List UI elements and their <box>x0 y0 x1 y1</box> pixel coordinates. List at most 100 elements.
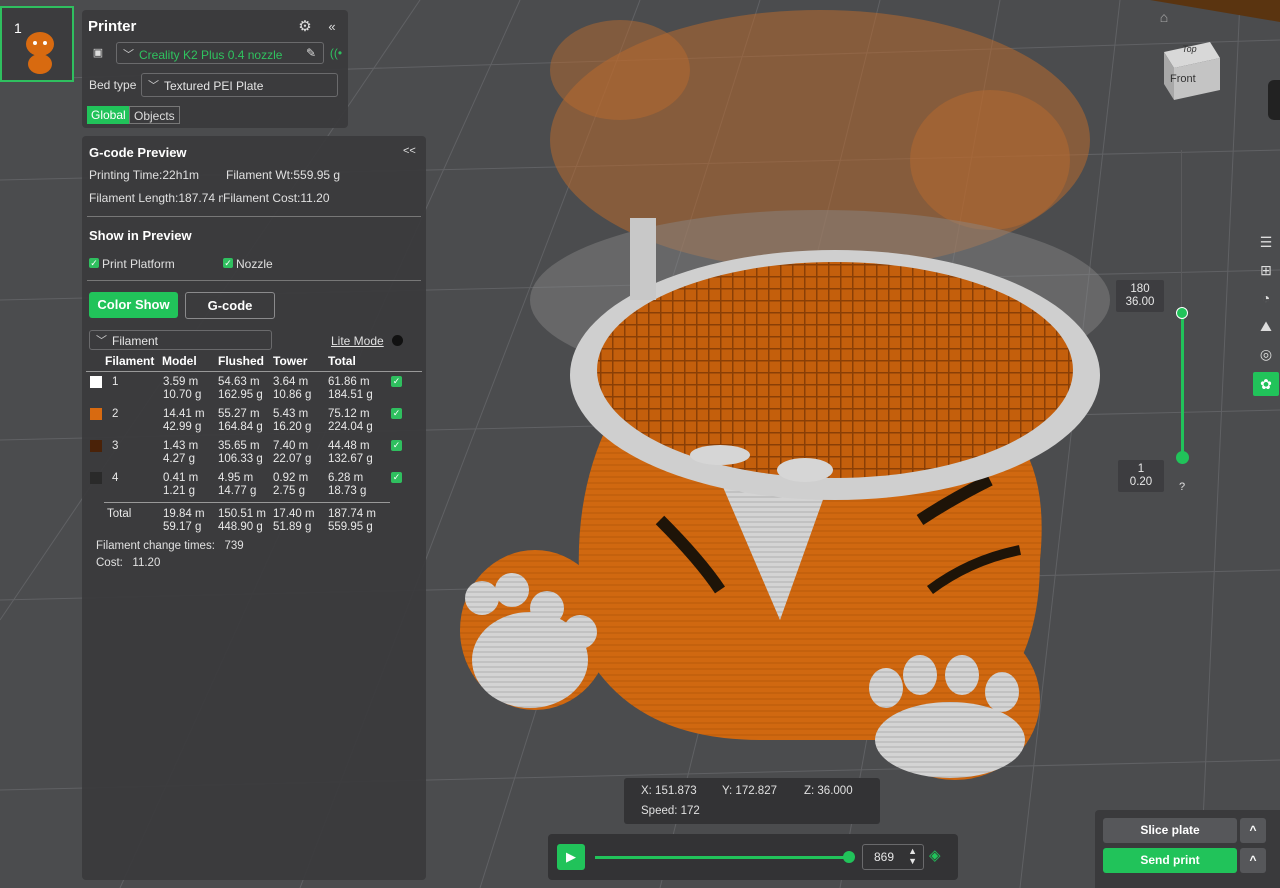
filament-view-select[interactable]: ﹀ Filament <box>89 330 272 350</box>
filament-id: 3 <box>112 440 119 452</box>
flushed-usage: 55.27 m 164.84 g <box>218 408 263 433</box>
tab-global[interactable]: Global <box>87 106 130 124</box>
total-usage: 61.86 m 184.51 g <box>328 376 373 401</box>
gcode-preview-title: G-code Preview <box>89 145 187 160</box>
filament-visible-checkbox[interactable]: ✓ <box>391 408 402 419</box>
filament-visible-checkbox[interactable]: ✓ <box>391 472 402 483</box>
total-cost: Cost: 11.20 <box>96 557 161 569</box>
filament-color-swatch <box>90 440 102 452</box>
filament-cost: Filament Cost:11.20 <box>223 191 330 205</box>
home-icon[interactable]: ⌂ <box>1154 8 1174 26</box>
filament-visible-checkbox[interactable]: ✓ <box>391 376 402 387</box>
tower-usage: 7.40 m 22.07 g <box>273 440 312 465</box>
layer-slider-top-handle[interactable] <box>1176 307 1188 319</box>
filament-id: 1 <box>112 376 119 388</box>
collapse-panel-icon[interactable]: « <box>324 18 340 34</box>
send-print-button[interactable]: Send print <box>1103 848 1237 873</box>
printer-model-select[interactable]: ﹀ Creality K2 Plus 0.4 nozzle <box>116 42 324 64</box>
divider <box>86 371 422 372</box>
grid-select-icon[interactable]: ⊞ <box>1256 260 1276 280</box>
total-usage: 44.48 m 132.67 g <box>328 440 373 465</box>
move-index-spinbox[interactable]: 869 ▲ ▼ <box>862 844 924 870</box>
measure-icon[interactable]: ⛰ <box>1256 316 1276 336</box>
layer-bottom-label: 1 0.20 <box>1118 460 1164 492</box>
filament-visible-checkbox[interactable]: ✓ <box>391 440 402 451</box>
lite-mode-toggle[interactable] <box>392 335 403 346</box>
flushed-usage: 4.95 m 14.77 g <box>218 472 257 497</box>
grand-total: 187.74 m 559.95 g <box>328 508 376 533</box>
layer-stack-icon[interactable]: ◈ <box>929 847 945 865</box>
layers-list-icon[interactable]: ☰ <box>1256 232 1276 252</box>
slice-plate-button[interactable]: Slice plate <box>1103 818 1237 843</box>
filament-color-swatch <box>90 472 102 484</box>
y-coordinate: Y: 172.827 <box>722 785 777 797</box>
speed-gauge-icon[interactable]: ◔ <box>1256 288 1276 308</box>
print-platform-checkbox[interactable]: ✓ <box>89 258 99 268</box>
chevron-down-icon: ﹀ <box>123 49 134 61</box>
layer-top-label: 180 36.00 <box>1116 280 1164 312</box>
filament-length: Filament Length:187.74 m <box>89 191 223 205</box>
col-total: Total <box>328 354 356 368</box>
printer-icon: ▣ <box>92 46 104 59</box>
print-options-button[interactable]: ^ <box>1240 848 1266 873</box>
model-usage: 0.41 m 1.21 g <box>163 472 199 497</box>
divider <box>87 216 421 217</box>
divider <box>104 502 390 503</box>
flushed-total: 150.51 m 448.90 g <box>218 508 266 533</box>
filament-color-swatch <box>90 376 102 388</box>
col-tower: Tower <box>273 354 308 368</box>
chevron-down-icon: ﹀ <box>96 335 107 347</box>
collapse-gcode-preview-button[interactable]: << <box>403 145 416 157</box>
filament-weight: Filament Wt:559.95 g <box>226 168 341 182</box>
flushed-usage: 35.65 m 106.33 g <box>218 440 263 465</box>
model-usage: 1.43 m 4.27 g <box>163 440 199 465</box>
speed-value: Speed: 172 <box>641 805 700 817</box>
col-filament: Filament <box>105 354 155 368</box>
plate-thumbnail[interactable]: 1 <box>0 6 74 82</box>
tab-objects[interactable]: Objects <box>129 106 180 124</box>
wifi-icon[interactable]: ((• <box>328 44 344 62</box>
bed-type-select[interactable]: ﹀ Textured PEI Plate <box>141 73 338 97</box>
tower-usage: 0.92 m 2.75 g <box>273 472 309 497</box>
target-icon[interactable]: ◎ <box>1256 344 1276 364</box>
chevron-down-icon: ﹀ <box>148 80 159 92</box>
play-button[interactable]: ▶ <box>557 844 585 870</box>
move-slider-fill <box>595 856 849 859</box>
tower-usage: 3.64 m 10.86 g <box>273 376 312 401</box>
layer-slider-bottom-handle[interactable] <box>1176 451 1189 464</box>
printer-title: Printer <box>88 18 137 35</box>
filament-view-value: Filament <box>112 334 159 348</box>
print-platform-label: Print Platform <box>102 257 175 271</box>
nozzle-checkbox[interactable]: ✓ <box>223 258 233 268</box>
filament-id: 4 <box>112 472 119 484</box>
model-total: 19.84 m 59.17 g <box>163 508 205 533</box>
flushed-usage: 54.63 m 162.95 g <box>218 376 263 401</box>
lite-mode-label: Lite Mode <box>331 334 384 348</box>
nozzle-label: Nozzle <box>236 257 273 271</box>
move-slider-handle[interactable] <box>843 851 855 863</box>
total-usage: 6.28 m 18.73 g <box>328 472 367 497</box>
printer-settings-gear-icon[interactable]: ⚙ <box>296 17 314 35</box>
side-panel-toggle[interactable] <box>1268 80 1280 120</box>
slice-options-button[interactable]: ^ <box>1240 818 1266 843</box>
bottom-layer-height: 0.20 <box>1129 476 1153 488</box>
layer-help-icon[interactable]: ? <box>1179 481 1185 493</box>
divider <box>87 280 421 281</box>
bottom-layer-number: 1 <box>1137 463 1145 475</box>
top-layer-height: 36.00 <box>1125 296 1155 308</box>
show-in-preview-title: Show in Preview <box>89 228 192 243</box>
spin-arrows-icon: ▲ ▼ <box>908 846 917 866</box>
bed-type-value: Textured PEI Plate <box>164 79 264 93</box>
nav-cube-top-label: Top <box>1182 44 1197 54</box>
printing-time: Printing Time:22h1m <box>89 168 200 182</box>
model-usage: 3.59 m 10.70 g <box>163 376 202 401</box>
x-coordinate: X: 151.873 <box>641 785 697 797</box>
edit-printer-pencil-icon[interactable]: ✎ <box>302 44 320 62</box>
filament-id: 2 <box>112 408 119 420</box>
move-index-value: 869 <box>874 850 895 864</box>
gcode-view-button[interactable]: G-code <box>185 292 275 319</box>
tower-total: 17.40 m 51.89 g <box>273 508 315 533</box>
col-model: Model <box>162 354 197 368</box>
color-paint-icon[interactable]: ✿ <box>1253 372 1279 396</box>
color-show-button[interactable]: Color Show <box>89 292 178 318</box>
